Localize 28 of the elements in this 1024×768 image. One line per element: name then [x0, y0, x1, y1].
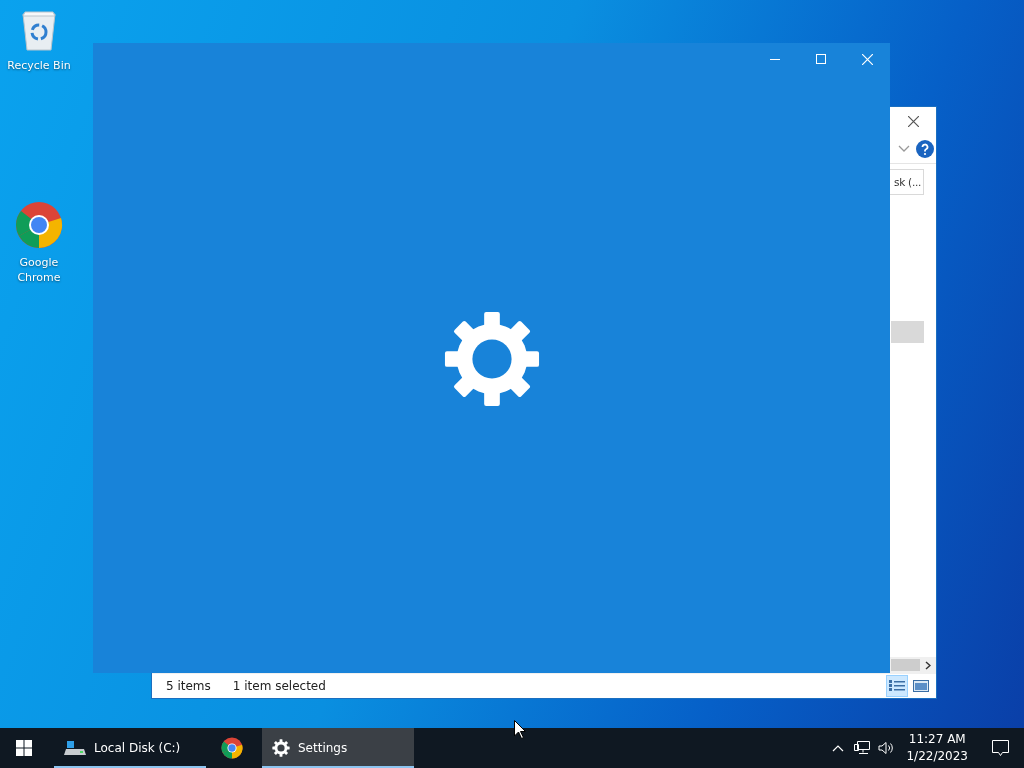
taskbar-button[interactable]: Settings: [262, 728, 414, 768]
recycle-bin-icon: [19, 8, 59, 52]
chevron-down-icon[interactable]: [898, 145, 910, 153]
item-count: 5 items: [166, 679, 211, 693]
drive-icon: [64, 739, 86, 757]
windows-icon: [16, 740, 32, 756]
speaker-icon: [878, 741, 895, 755]
scroll-right-icon[interactable]: [925, 660, 931, 670]
minimize-icon: [770, 58, 780, 60]
maximize-icon: [816, 54, 826, 64]
clock[interactable]: 11:27 AM 1/22/2023: [898, 728, 976, 768]
view-button[interactable]: [886, 675, 908, 697]
preview-view-icon: [913, 679, 929, 693]
scrollbar-thumb[interactable]: [891, 659, 920, 671]
chrome-icon: [221, 737, 243, 759]
selection-count: 1 item selected: [232, 679, 326, 693]
close-icon: [907, 115, 919, 127]
close-icon: [861, 53, 873, 65]
settings-icon: [272, 739, 290, 757]
chevron-up-icon: [832, 744, 845, 752]
chrome-icon: [15, 201, 63, 249]
details-view-icon: [889, 679, 905, 693]
cursor-icon: [514, 720, 526, 739]
taskbar-button[interactable]: Local Disk (C:): [54, 728, 206, 768]
network-icon: [854, 741, 871, 755]
help-icon[interactable]: [916, 140, 934, 158]
message-icon: [991, 739, 1009, 757]
gear-icon: [442, 310, 541, 408]
